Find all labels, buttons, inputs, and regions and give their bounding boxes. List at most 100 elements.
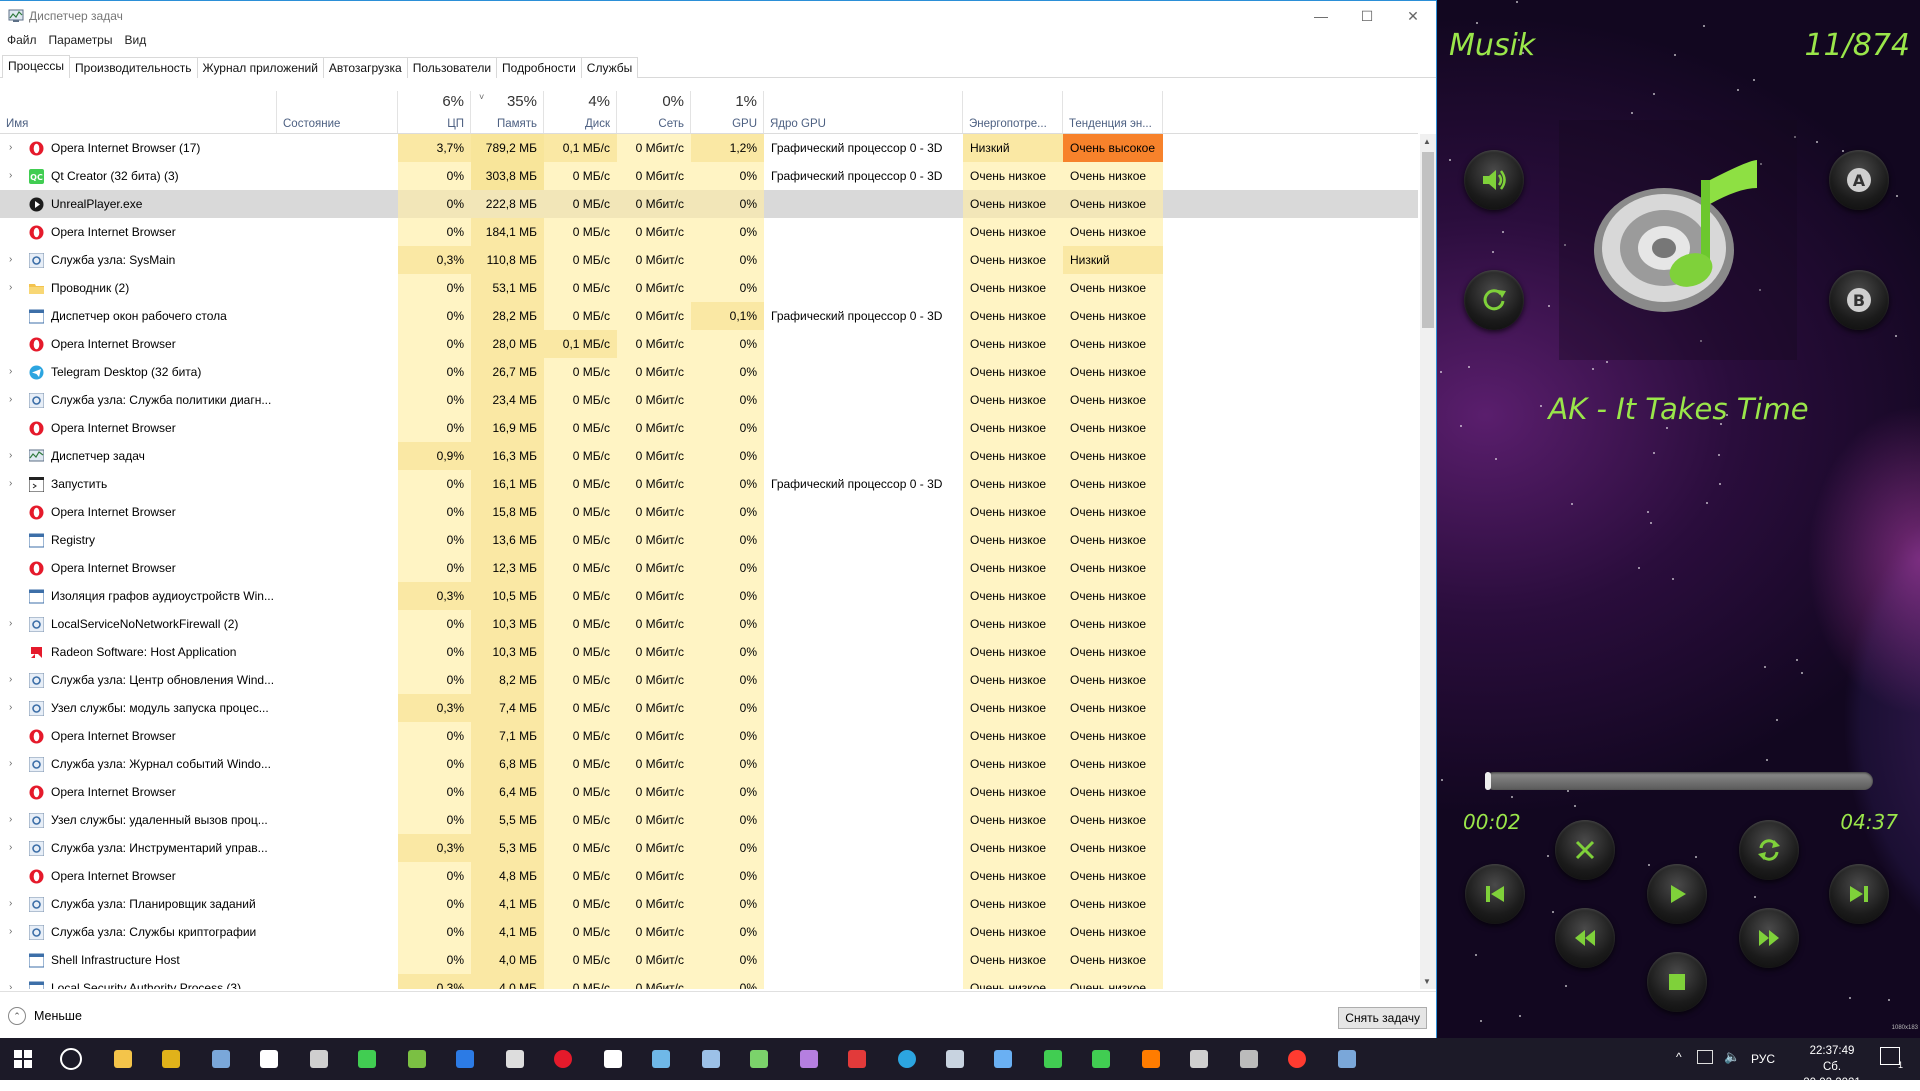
tab-performance[interactable]: Производительность: [69, 57, 198, 78]
process-row[interactable]: Изоляция графов аудиоустройств Win... 0,3…: [0, 582, 1418, 610]
process-row[interactable]: Opera Internet Browser 0% 7,1 МБ 0 МБ/с 0 Мб…: [0, 722, 1418, 750]
notification-center-icon[interactable]: 1: [1880, 1047, 1903, 1070]
column-disk[interactable]: 4% Диск: [544, 91, 617, 133]
end-task-button[interactable]: Снять задачу: [1338, 1007, 1427, 1029]
process-row[interactable]: › Служба узла: Инструментарий управ... 0,3…: [0, 834, 1418, 862]
minimize-button[interactable]: —: [1298, 1, 1344, 31]
process-row[interactable]: › Local Security Authority Process (3) 0,3…: [0, 974, 1418, 989]
process-row[interactable]: Radeon Software: Host Application 0% 10,3 …: [0, 638, 1418, 666]
process-row[interactable]: Opera Internet Browser 0% 4,8 МБ 0 МБ/с 0 Мб…: [0, 862, 1418, 890]
rewind-button[interactable]: [1555, 908, 1615, 968]
app-icon[interactable]: [746, 1046, 772, 1072]
next-button[interactable]: [1829, 864, 1889, 924]
app-icon[interactable]: [158, 1046, 184, 1072]
language-indicator[interactable]: РУС: [1751, 1052, 1775, 1066]
expand-chevron-icon[interactable]: ›: [9, 246, 12, 274]
qt-icon[interactable]: [354, 1046, 380, 1072]
repeat-button[interactable]: [1464, 270, 1524, 330]
shuffle-button[interactable]: [1555, 820, 1615, 880]
tab-users[interactable]: Пользователи: [406, 57, 498, 78]
expand-chevron-icon[interactable]: ›: [9, 694, 12, 722]
process-row[interactable]: › Запустить 0% 16,1 МБ 0 МБ/с 0 Мбит/с 0% Графи…: [0, 470, 1418, 498]
process-row[interactable]: › Служба узла: Службы криптографии 0% 4,1 М…: [0, 918, 1418, 946]
process-row[interactable]: › Диспетчер задач 0,9% 16,3 МБ 0 МБ/с 0 Мбит/…: [0, 442, 1418, 470]
scrollbar-thumb[interactable]: [1422, 152, 1434, 328]
process-row[interactable]: › Узел службы: удаленный вызов проц... 0% 5…: [0, 806, 1418, 834]
expand-chevron-icon[interactable]: ›: [9, 470, 12, 498]
play-button[interactable]: [1647, 864, 1707, 924]
process-row[interactable]: Opera Internet Browser 0% 6,4 МБ 0 МБ/с 0 Мб…: [0, 778, 1418, 806]
app-icon[interactable]: [844, 1046, 870, 1072]
scroll-down-icon[interactable]: ▼: [1423, 977, 1431, 986]
volume-tray-icon[interactable]: 🔈: [1724, 1049, 1740, 1065]
tray-chevron-icon[interactable]: ^: [1676, 1050, 1682, 1064]
column-cpu[interactable]: 6% ЦП: [398, 91, 471, 133]
process-row[interactable]: › LocalServiceNoNetworkFirewall (2) 0% 10,3…: [0, 610, 1418, 638]
terminal-icon[interactable]: [306, 1046, 332, 1072]
network-icon[interactable]: [1697, 1050, 1713, 1064]
vertical-scrollbar[interactable]: ▲ ▼: [1420, 134, 1436, 989]
terminal-icon[interactable]: [1186, 1046, 1212, 1072]
clock[interactable]: 22:37:49 Сб. 20.02.2021: [1797, 1043, 1867, 1091]
column-gpu-engine[interactable]: Ядро GPU: [764, 91, 963, 133]
process-row[interactable]: › Служба узла: SysMain 0,3% 110,8 МБ 0 МБ/с 0…: [0, 246, 1418, 274]
expand-chevron-icon[interactable]: ›: [9, 918, 12, 946]
process-row[interactable]: Registry 0% 13,6 МБ 0 МБ/с 0 Мбит/с 0% Очень н…: [0, 526, 1418, 554]
refresh-button[interactable]: [1739, 820, 1799, 880]
stop-button[interactable]: [1647, 952, 1707, 1012]
app-icon[interactable]: [404, 1046, 430, 1072]
expand-chevron-icon[interactable]: ›: [9, 442, 12, 470]
process-row[interactable]: Opera Internet Browser 0% 12,3 МБ 0 МБ/с 0 М…: [0, 554, 1418, 582]
a-button[interactable]: A: [1829, 150, 1889, 210]
process-row[interactable]: › Opera Internet Browser (17) 3,7% 789,2 МБ…: [0, 134, 1418, 162]
process-row[interactable]: Opera Internet Browser 0% 15,8 МБ 0 МБ/с 0 М…: [0, 498, 1418, 526]
qt-icon[interactable]: [1040, 1046, 1066, 1072]
expand-chevron-icon[interactable]: ›: [9, 890, 12, 918]
column-power-usage[interactable]: Энергопотре...: [963, 91, 1063, 133]
process-row[interactable]: › QC Qt Creator (32 бита) (3) 0% 303,8 МБ 0 М…: [0, 162, 1418, 190]
b-button[interactable]: B: [1829, 270, 1889, 330]
seek-bar[interactable]: [1485, 772, 1873, 790]
file-explorer-icon[interactable]: [110, 1046, 136, 1072]
tab-details[interactable]: Подробности: [496, 57, 582, 78]
expand-chevron-icon[interactable]: ›: [9, 610, 12, 638]
app-icon[interactable]: [600, 1046, 626, 1072]
menu-file[interactable]: Файл: [7, 33, 37, 47]
app-icon[interactable]: [698, 1046, 724, 1072]
fast-forward-button[interactable]: [1739, 908, 1799, 968]
scroll-up-icon[interactable]: ▲: [1423, 137, 1431, 146]
column-network[interactable]: 0% Сеть: [617, 91, 691, 133]
expand-chevron-icon[interactable]: ›: [9, 134, 12, 162]
expand-chevron-icon[interactable]: ›: [9, 358, 12, 386]
process-row[interactable]: › Служба узла: Центр обновления Wind... 0%…: [0, 666, 1418, 694]
process-row[interactable]: › Служба узла: Служба политики диагн... 0%…: [0, 386, 1418, 414]
settings-icon[interactable]: [502, 1046, 528, 1072]
app-icon[interactable]: [796, 1046, 822, 1072]
process-row[interactable]: UnrealPlayer.exe 0% 222,8 МБ 0 МБ/с 0 Мбит/с…: [0, 190, 1418, 218]
column-memory[interactable]: ˅ 35% Память: [471, 91, 544, 133]
process-row[interactable]: › Служба узла: Планировщик заданий 0% 4,1 М…: [0, 890, 1418, 918]
expand-chevron-icon[interactable]: ›: [9, 974, 12, 989]
maximize-button[interactable]: ☐: [1344, 1, 1390, 31]
process-row[interactable]: Shell Infrastructure Host 0% 4,0 МБ 0 МБ/с 0…: [0, 946, 1418, 974]
column-name[interactable]: Имя: [0, 91, 277, 133]
notepad-icon[interactable]: [256, 1046, 282, 1072]
calculator-icon[interactable]: [208, 1046, 234, 1072]
expand-chevron-icon[interactable]: ›: [9, 834, 12, 862]
process-row[interactable]: Opera Internet Browser 0% 16,9 МБ 0 МБ/с 0 М…: [0, 414, 1418, 442]
close-button[interactable]: ✕: [1390, 1, 1436, 31]
qt-icon[interactable]: [1088, 1046, 1114, 1072]
process-row[interactable]: Opera Internet Browser 0% 28,0 МБ 0,1 МБ/с 0…: [0, 330, 1418, 358]
app-icon[interactable]: [1334, 1046, 1360, 1072]
process-row[interactable]: › Узел службы: модуль запуска процес... 0,…: [0, 694, 1418, 722]
tab-startup[interactable]: Автозагрузка: [322, 57, 408, 78]
maps-icon[interactable]: [452, 1046, 478, 1072]
yandex-icon[interactable]: [1284, 1046, 1310, 1072]
telegram-icon[interactable]: [894, 1046, 920, 1072]
seek-knob[interactable]: [1485, 772, 1491, 790]
search-icon[interactable]: [58, 1046, 84, 1072]
volume-button[interactable]: [1464, 150, 1524, 210]
title-bar[interactable]: Диспетчер задач — ☐ ✕: [0, 1, 1436, 31]
tab-app-history[interactable]: Журнал приложений: [196, 57, 324, 78]
process-row[interactable]: Opera Internet Browser 0% 184,1 МБ 0 МБ/с 0 …: [0, 218, 1418, 246]
